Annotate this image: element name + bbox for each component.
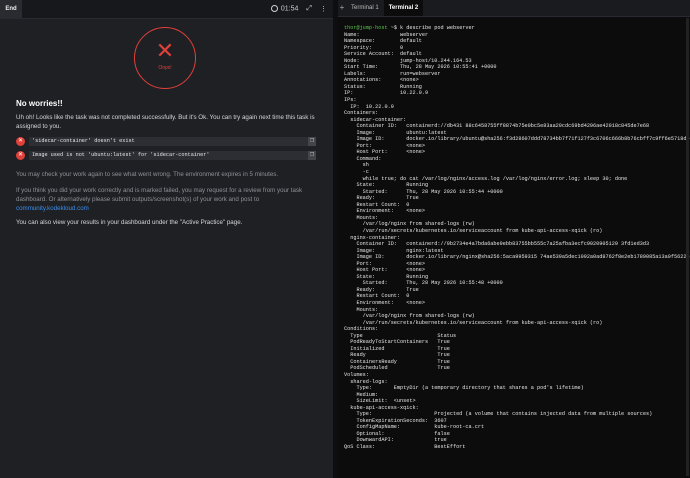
- review-note-text: If you think you did your work correctly…: [16, 187, 303, 203]
- result-heading: No worries!!: [16, 99, 63, 108]
- terminal-panel: + Terminal 1 Terminal 2 thor@jump-host ~…: [338, 0, 690, 478]
- end-button[interactable]: End: [0, 0, 22, 18]
- timer: 01:54: [270, 5, 299, 13]
- copy-icon[interactable]: ❐: [308, 151, 316, 160]
- error-item: ✕ 'sidecar-container' doesn't exist ❐: [16, 137, 316, 147]
- terminal-tabs: + Terminal 1 Terminal 2: [338, 0, 690, 17]
- clock-icon: [270, 5, 278, 13]
- left-toolbar: End 01:54 ⤢ ⋮: [0, 0, 333, 19]
- tab-terminal-1[interactable]: Terminal 1: [346, 0, 384, 16]
- close-icon: ✕: [155, 38, 175, 63]
- command-output: Name: webserver Namespace: default Prior…: [344, 31, 690, 450]
- terminal-scrollbar[interactable]: [686, 18, 689, 476]
- copy-icon[interactable]: ❐: [308, 137, 316, 146]
- expand-icon[interactable]: ⤢: [306, 5, 312, 13]
- dashboard-note: You can also view your results in your d…: [16, 219, 243, 226]
- prompt-user: thor@jump-host: [344, 25, 388, 31]
- result-message: Uh oh! Looks like the task was not compl…: [16, 114, 315, 130]
- add-tab-icon[interactable]: +: [338, 0, 346, 16]
- terminal-output[interactable]: thor@jump-host ~$ k describe pod webserv…: [344, 25, 690, 451]
- error-icon: ✕: [16, 137, 25, 146]
- timer-value: 01:54: [280, 5, 299, 13]
- failure-badge: ✕ Oops!: [134, 27, 196, 89]
- menu-icon[interactable]: ⋮: [320, 5, 327, 13]
- oops-label: Oops!: [158, 65, 172, 71]
- prompt-command: ~$ k describe pod webserver: [387, 25, 475, 31]
- error-item: ✕ Image used is not 'ubuntu:latest' for …: [16, 151, 316, 161]
- task-result-panel: End 01:54 ⤢ ⋮ ✕ Oops! No worries!! Uh oh…: [0, 0, 333, 478]
- error-icon: ✕: [16, 151, 25, 160]
- tab-terminal-2[interactable]: Terminal 2: [383, 0, 424, 16]
- error-text: Image used is not 'ubuntu:latest' for 's…: [29, 151, 313, 160]
- review-note: If you think you did your work correctly…: [16, 186, 316, 213]
- community-link[interactable]: community.kodekloud.com: [16, 205, 89, 212]
- expiry-note: You may check your work again to see wha…: [16, 171, 279, 178]
- error-text: 'sidecar-container' doesn't exist: [29, 137, 313, 146]
